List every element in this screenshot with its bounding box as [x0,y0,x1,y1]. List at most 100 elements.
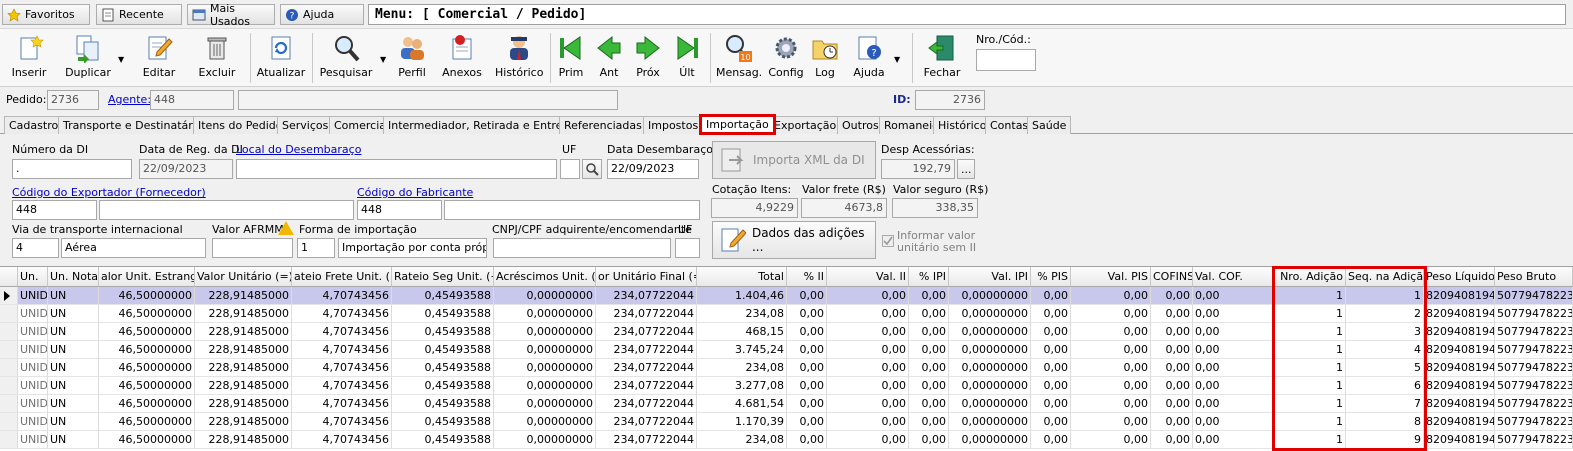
grid-header-1[interactable]: Un. Nota [48,267,99,287]
table-cell[interactable]: 50779478223 [1495,323,1573,341]
table-cell[interactable]: 1 [1274,377,1346,395]
table-cell[interactable]: 50779478223 [1495,287,1573,305]
grid-header-13[interactable]: % PIS [1031,267,1071,287]
tab-contas[interactable]: Contas [985,116,1034,134]
table-cell[interactable]: 0,00 [1151,395,1193,413]
table-cell[interactable]: 228,91485000 [195,305,292,323]
table-cell[interactable]: UNID [18,395,48,413]
table-cell[interactable]: 0,00 [787,413,827,431]
table-cell[interactable]: 0,00000000 [494,287,596,305]
table-cell[interactable]: UN [48,305,99,323]
table-cell[interactable]: 228,91485000 [195,359,292,377]
mensag-button[interactable]: 10 Mensag. [716,31,762,85]
ult-button[interactable]: Últ [672,31,702,85]
grid-header-10[interactable]: Val. II [827,267,909,287]
grid-header-0[interactable]: Un. [18,267,48,287]
table-cell[interactable]: 0,00 [827,359,909,377]
table-cell[interactable]: 0,00 [1071,395,1151,413]
prim-button[interactable]: Prim [556,31,586,85]
table-cell[interactable]: UN [48,413,99,431]
table-cell[interactable]: 228,91485000 [195,323,292,341]
table-cell[interactable]: 0,00 [787,377,827,395]
tab-cadastro[interactable]: Cadastro [4,116,64,134]
grid-header-4[interactable]: ateio Frete Unit. (+) [292,267,392,287]
config-button[interactable]: Config [768,31,804,85]
grid-header-17[interactable]: Nro. Adição [1274,267,1346,287]
table-cell[interactable]: 0,00000000 [494,395,596,413]
table-cell[interactable]: 234,07722044 [596,413,697,431]
table-cell[interactable]: UN [48,377,99,395]
table-cell[interactable]: 0,00 [1193,359,1273,377]
tab-intermediador-retirada-e-entrega[interactable]: Intermediador, Retirada e Entrega [383,116,582,134]
table-cell[interactable]: UNID [18,341,48,359]
inserir-button[interactable]: Inserir [6,31,52,85]
table-cell[interactable]: UNID [18,323,48,341]
table-row[interactable]: UNID UN 46,50000000 228,91485000 4,70743456 0… [0,413,1573,431]
table-row[interactable]: UNID UN 46,50000000 228,91485000 4,70743456 0… [0,323,1573,341]
table-cell[interactable]: 234,07722044 [596,287,697,305]
ajuda-top-button[interactable]: ? Ajuda [280,4,364,25]
table-cell[interactable]: 234,07722044 [596,377,697,395]
table-cell[interactable]: 82094081942 [1424,413,1495,431]
table-cell[interactable]: 50779478223 [1495,359,1573,377]
row-indicator[interactable] [0,341,18,359]
table-cell[interactable]: UN [48,323,99,341]
table-cell[interactable]: 4,70743456 [292,359,392,377]
table-cell[interactable]: 50779478223 [1495,305,1573,323]
table-cell[interactable]: 0,00000000 [949,341,1031,359]
grid-header-2[interactable]: alor Unit. Estrang. [99,267,195,287]
table-row[interactable]: UNID UN 46,50000000 228,91485000 4,70743456 0… [0,341,1573,359]
editar-button[interactable]: Editar [136,31,182,85]
table-cell[interactable]: 0,00000000 [494,341,596,359]
row-indicator[interactable] [0,287,18,305]
table-row[interactable]: UNID UN 46,50000000 228,91485000 4,70743456 0… [0,305,1573,323]
grid-header-18[interactable]: Seq. na Adição [1346,267,1424,287]
row-indicator[interactable] [0,431,18,449]
table-cell[interactable]: 0,00 [1031,359,1071,377]
table-cell[interactable]: 82094081942 [1424,395,1495,413]
table-cell[interactable]: 234,07722044 [596,359,697,377]
mais-usados-button[interactable]: Mais Usados [187,2,275,28]
table-cell[interactable]: 234,08 [697,359,787,377]
valor-seguro-field[interactable]: 338,35 [892,198,978,218]
cotacao-field[interactable]: 4,9229 [711,198,798,218]
data-reg-field[interactable]: 22/09/2023 [139,159,233,179]
table-cell[interactable]: 0,00 [1071,323,1151,341]
table-cell[interactable]: 4,70743456 [292,377,392,395]
atualizar-button[interactable]: Atualizar [256,31,306,85]
table-cell[interactable]: 0,00 [909,323,949,341]
table-cell[interactable]: 0,00 [1193,431,1273,449]
table-cell[interactable]: 50779478223 [1495,377,1573,395]
table-cell[interactable]: 0,45493588 [392,413,494,431]
tab-historico[interactable]: Histórico [933,116,992,134]
uf2-field[interactable] [675,238,700,258]
table-cell[interactable]: 234,07722044 [596,323,697,341]
local-desemb-field[interactable] [236,159,557,179]
table-cell[interactable]: 46,50000000 [99,305,195,323]
table-cell[interactable]: 0,00 [1071,287,1151,305]
table-cell[interactable]: 0,00 [1151,359,1193,377]
table-cell[interactable]: 0,00 [1193,305,1273,323]
table-cell[interactable]: 0,00 [827,323,909,341]
table-cell[interactable]: 50779478223 [1495,413,1573,431]
cnpj-field[interactable] [493,238,671,258]
table-cell[interactable]: UN [48,341,99,359]
grid-header-9[interactable]: % II [787,267,827,287]
table-cell[interactable]: 46,50000000 [99,341,195,359]
table-cell[interactable]: UNID [18,359,48,377]
tab-exportacao[interactable]: Exportação [769,116,842,134]
table-cell[interactable]: 0,00000000 [494,305,596,323]
table-cell[interactable]: 5 [1346,359,1424,377]
table-cell[interactable]: 50779478223 [1495,431,1573,449]
table-cell[interactable]: 0,00 [1031,413,1071,431]
row-indicator[interactable] [0,323,18,341]
table-cell[interactable]: 46,50000000 [99,323,195,341]
table-cell[interactable]: 0,00000000 [949,359,1031,377]
table-cell[interactable]: 1 [1274,305,1346,323]
table-cell[interactable]: 0,00 [787,305,827,323]
recente-button[interactable]: Recente [96,4,182,25]
fechar-button[interactable]: Fechar [920,31,964,85]
table-cell[interactable]: 50779478223 [1495,395,1573,413]
row-indicator[interactable] [0,395,18,413]
table-cell[interactable]: 4,70743456 [292,431,392,449]
